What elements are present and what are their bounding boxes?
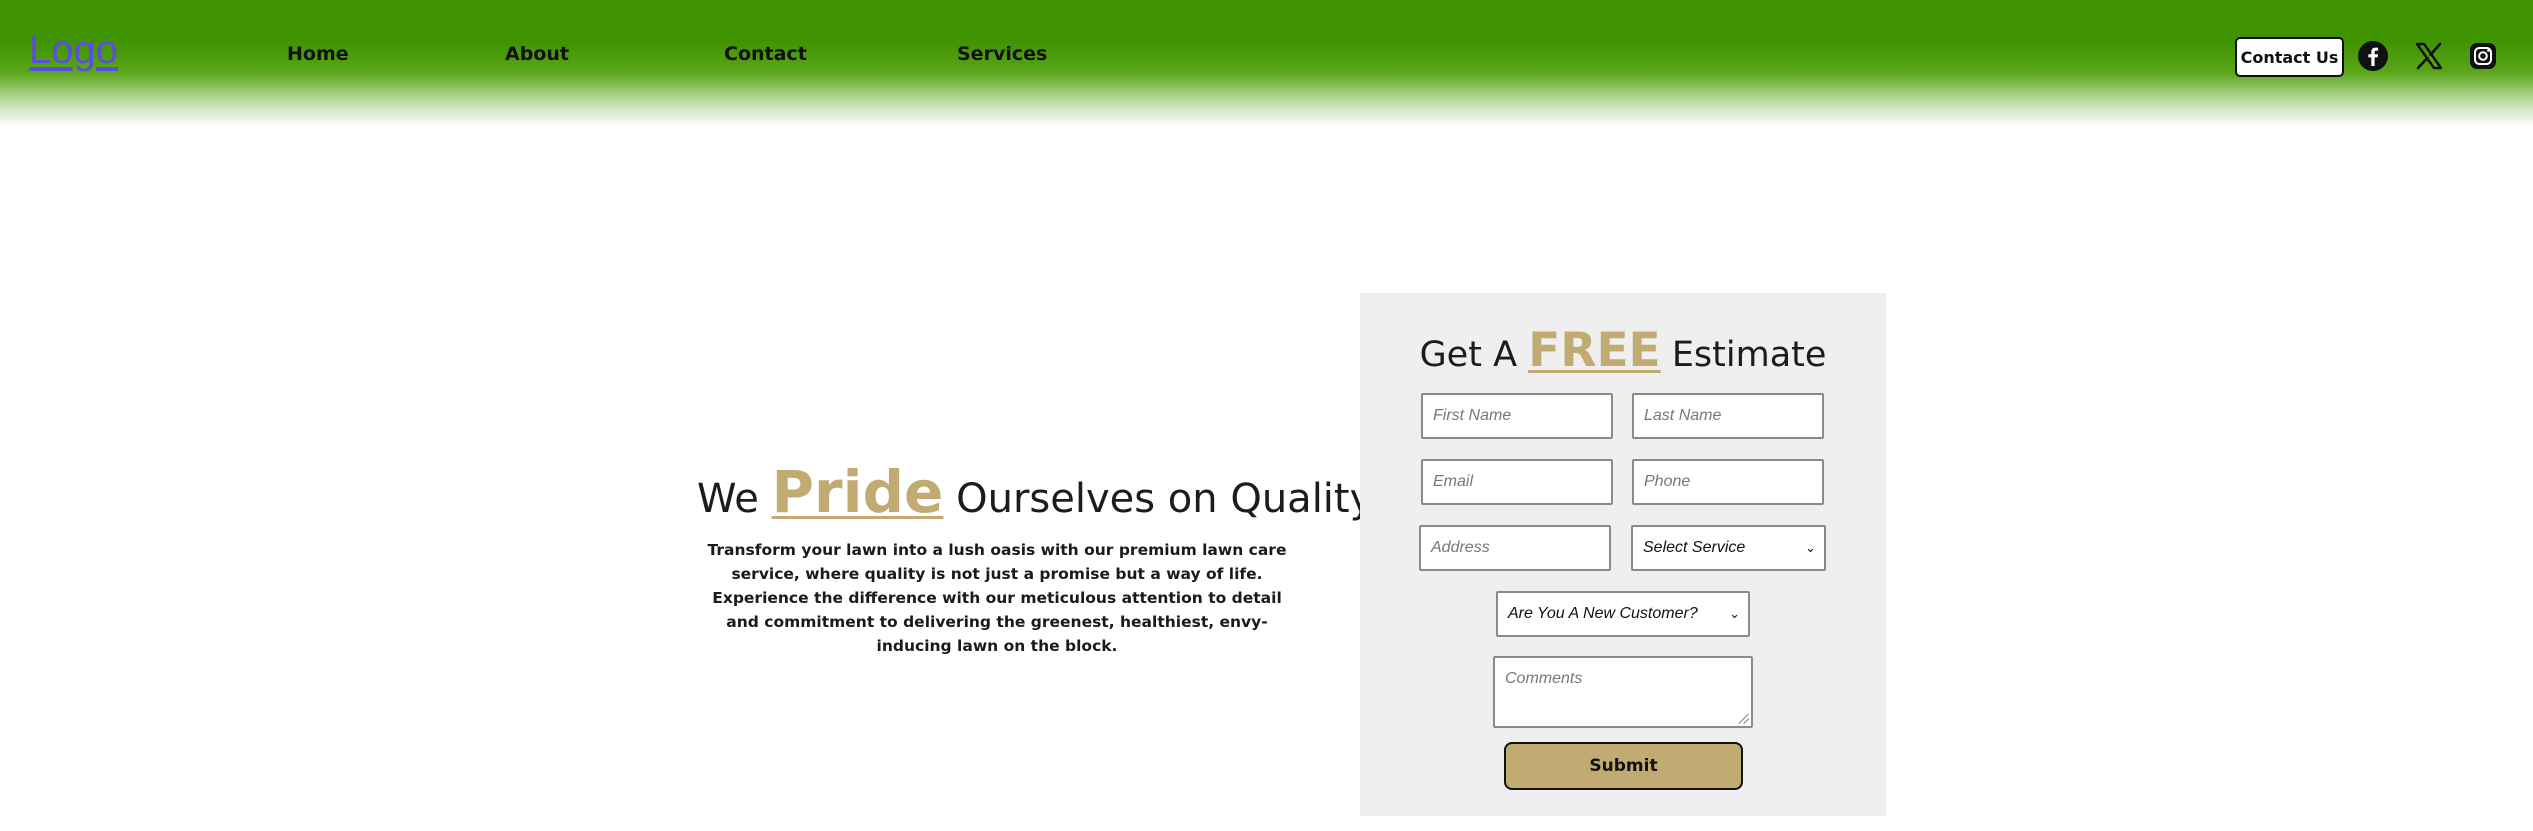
last-name-placeholder: Last Name xyxy=(1644,407,1722,424)
nav-home[interactable]: Home xyxy=(287,43,349,65)
form-title: Get A FREE Estimate xyxy=(1360,323,1886,378)
address-placeholder: Address xyxy=(1431,539,1490,556)
email-field[interactable]: Email xyxy=(1421,459,1613,505)
contact-us-button[interactable]: Contact Us xyxy=(2235,37,2344,77)
form-title-accent: FREE xyxy=(1528,323,1661,378)
chevron-down-icon: ⌄ xyxy=(1805,540,1816,555)
hero-title-accent: Pride xyxy=(771,458,944,526)
resize-handle-icon[interactable] xyxy=(1739,714,1749,724)
comments-textarea[interactable]: Comments xyxy=(1493,656,1753,728)
chevron-down-icon: ⌄ xyxy=(1729,606,1740,621)
hero-title-after: Ourselves on Quality. xyxy=(956,476,1381,522)
hero-description: Transform your lawn into a lush oasis wi… xyxy=(707,541,1287,655)
comments-placeholder: Comments xyxy=(1505,670,1583,687)
service-select[interactable]: Select Service ⌄ xyxy=(1631,525,1826,571)
address-field[interactable]: Address xyxy=(1419,525,1611,571)
logo-link[interactable]: Logo xyxy=(29,28,118,73)
form-title-after: Estimate xyxy=(1671,335,1827,375)
x-icon[interactable] xyxy=(2413,40,2445,72)
form-title-before: Get A xyxy=(1419,335,1518,375)
phone-field[interactable]: Phone xyxy=(1632,459,1824,505)
last-name-field[interactable]: Last Name xyxy=(1632,393,1824,439)
first-name-field[interactable]: First Name xyxy=(1421,393,1613,439)
estimate-form: Get A FREE Estimate First Name Last Name… xyxy=(1360,293,1886,816)
facebook-icon[interactable] xyxy=(2357,40,2389,72)
new-customer-select-value: Are You A New Customer? xyxy=(1508,605,1698,622)
service-select-value: Select Service xyxy=(1643,539,1746,556)
hero-title: We Pride Ourselves on Quality. xyxy=(697,458,1380,526)
email-placeholder: Email xyxy=(1433,473,1474,490)
nav-services[interactable]: Services xyxy=(957,43,1047,65)
first-name-placeholder: First Name xyxy=(1433,407,1512,424)
instagram-icon[interactable] xyxy=(2469,42,2497,70)
hero-title-before: We xyxy=(697,476,759,522)
site-header: Logo Home About Contact Services Contact… xyxy=(0,0,2533,126)
nav-contact[interactable]: Contact xyxy=(724,43,807,65)
phone-placeholder: Phone xyxy=(1644,473,1691,490)
submit-button[interactable]: Submit xyxy=(1504,742,1743,790)
new-customer-select[interactable]: Are You A New Customer? ⌄ xyxy=(1496,591,1750,637)
nav-about[interactable]: About xyxy=(505,43,569,65)
